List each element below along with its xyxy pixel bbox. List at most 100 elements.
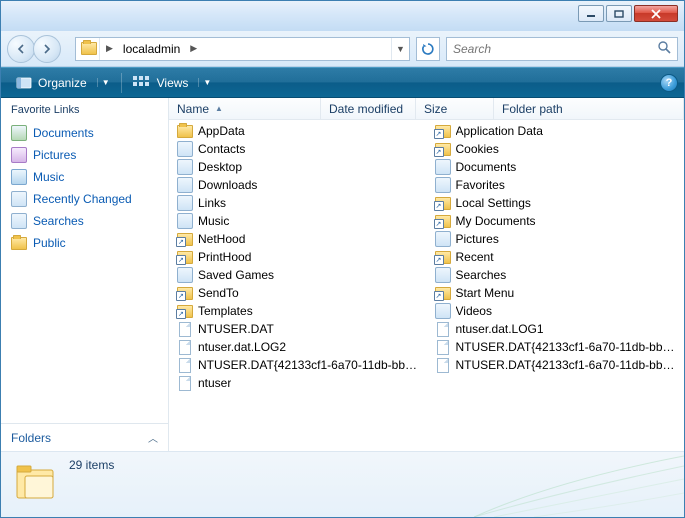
sidebar-item[interactable]: Documents	[7, 122, 162, 144]
file-item[interactable]: ↗Cookies	[427, 140, 685, 158]
folder-icon	[177, 123, 193, 139]
column-path[interactable]: Folder path	[494, 98, 684, 119]
folder-icon	[11, 235, 27, 251]
views-label: Views	[157, 76, 189, 90]
file-item-label: Application Data	[456, 124, 543, 138]
file-item[interactable]: Downloads	[169, 176, 427, 194]
folders-toggle[interactable]: Folders ︿	[1, 423, 168, 451]
file-item[interactable]: ↗NetHood	[169, 230, 427, 248]
file-item-label: Documents	[456, 160, 517, 174]
file-item[interactable]: NTUSER.DAT{42133cf1-6a70-11db-bbc9...	[427, 356, 685, 374]
organize-button[interactable]: Organize ▼	[7, 70, 119, 96]
pictures-icon	[11, 147, 27, 163]
file-item-label: Searches	[456, 268, 507, 282]
file-item[interactable]: Videos	[427, 302, 685, 320]
favorite-links-list: DocumentsPicturesMusic Recently Changed Se…	[1, 120, 168, 423]
file-item[interactable]: ntuser	[169, 374, 427, 392]
file-item[interactable]: Saved Games	[169, 266, 427, 284]
search-icon[interactable]	[657, 40, 671, 57]
file-item-label: Templates	[198, 304, 253, 318]
special-folder-icon	[177, 141, 193, 157]
music-icon	[11, 169, 27, 185]
file-item[interactable]: Links	[169, 194, 427, 212]
searches-icon	[11, 213, 27, 229]
sidebar-item[interactable]: Music	[7, 166, 162, 188]
sidebar-item[interactable]: Recently Changed	[7, 188, 162, 210]
breadcrumb[interactable]: ▶ localadmin ▶ ▼	[75, 37, 410, 61]
chevron-up-icon: ︿	[148, 430, 158, 445]
file-item[interactable]: AppData	[169, 122, 427, 140]
special-folder-icon	[435, 231, 451, 247]
file-icon	[177, 357, 193, 373]
sidebar-item[interactable]: Public	[7, 232, 162, 254]
organize-icon	[16, 75, 32, 91]
file-item[interactable]: NTUSER.DAT	[169, 320, 427, 338]
sidebar-item-label: Searches	[33, 214, 84, 228]
file-item-label: PrintHood	[198, 250, 251, 264]
sidebar-item-label: Recently Changed	[33, 192, 132, 206]
column-size[interactable]: Size	[416, 98, 494, 119]
file-item[interactable]: NTUSER.DAT{42133cf1-6a70-11db-bbc9...	[427, 338, 685, 356]
file-list[interactable]: AppDataContactsDesktopDownloadsLinksMusi…	[169, 120, 684, 451]
file-item-label: My Documents	[456, 214, 536, 228]
file-icon	[177, 375, 193, 391]
file-item-label: Videos	[456, 304, 492, 318]
search-box[interactable]	[446, 37, 678, 61]
content-area: Favorite Links DocumentsPicturesMusicRec…	[1, 98, 684, 451]
chevron-down-icon[interactable]: ▼	[97, 78, 110, 87]
file-item[interactable]: Music	[169, 212, 427, 230]
file-item[interactable]: Pictures	[427, 230, 685, 248]
column-name[interactable]: Name ▲	[169, 98, 321, 119]
nav-arrows	[7, 35, 69, 63]
file-item[interactable]: ↗Templates	[169, 302, 427, 320]
file-item[interactable]: NTUSER.DAT{42133cf1-6a70-11db-bbc9...	[169, 356, 427, 374]
back-button[interactable]	[7, 35, 35, 63]
minimize-button[interactable]	[578, 5, 604, 22]
forward-button[interactable]	[33, 35, 61, 63]
close-button[interactable]	[634, 5, 678, 22]
file-icon	[435, 321, 451, 337]
help-button[interactable]: ?	[660, 74, 678, 92]
sidebar-item[interactable]: Searches	[7, 210, 162, 232]
separator	[121, 73, 122, 93]
search-input[interactable]	[453, 42, 657, 56]
file-item[interactable]: ↗Start Menu	[427, 284, 685, 302]
file-item[interactable]: ↗ My Documents	[427, 212, 685, 230]
file-item[interactable]: Documents	[427, 158, 685, 176]
file-item-label: NTUSER.DAT{42133cf1-6a70-11db-bbc9...	[198, 358, 419, 372]
views-button[interactable]: Views ▼	[124, 71, 221, 95]
column-path-label: Folder path	[502, 102, 563, 116]
file-item[interactable]: ntuser.dat.LOG1	[427, 320, 685, 338]
shortcut-icon: ↗	[435, 249, 451, 265]
location-icon[interactable]	[78, 38, 100, 60]
file-item-label: Cookies	[456, 142, 499, 156]
maximize-button[interactable]	[606, 5, 632, 22]
shortcut-icon: ↗	[435, 123, 451, 139]
shortcut-icon: ↗	[177, 285, 193, 301]
shortcut-icon: ↗	[435, 213, 451, 229]
file-item[interactable]: ↗Local Settings	[427, 194, 685, 212]
file-icon	[435, 339, 451, 355]
column-date[interactable]: Date modified	[321, 98, 416, 119]
breadcrumb-dropdown[interactable]: ▼	[391, 38, 409, 60]
file-item[interactable]: Contacts	[169, 140, 427, 158]
file-item-label: ntuser.dat.LOG1	[456, 322, 544, 336]
chevron-right-icon[interactable]: ▶	[186, 43, 201, 54]
special-folder-icon	[177, 177, 193, 193]
file-item[interactable]: ↗ SendTo	[169, 284, 427, 302]
file-item[interactable]: Favorites	[427, 176, 685, 194]
breadcrumb-segment[interactable]: localadmin	[117, 38, 186, 60]
file-item[interactable]: ↗ Application Data	[427, 122, 685, 140]
title-bar	[1, 1, 684, 31]
file-item[interactable]: ↗Recent	[427, 248, 685, 266]
refresh-button[interactable]	[416, 37, 440, 61]
file-item[interactable]: Searches	[427, 266, 685, 284]
file-item-label: SendTo	[198, 286, 239, 300]
file-item-label: ntuser	[198, 376, 231, 390]
chevron-down-icon[interactable]: ▼	[198, 78, 211, 87]
file-item[interactable]: ntuser.dat.LOG2	[169, 338, 427, 356]
file-item[interactable]: Desktop	[169, 158, 427, 176]
file-item[interactable]: ↗PrintHood	[169, 248, 427, 266]
sidebar-item[interactable]: Pictures	[7, 144, 162, 166]
chevron-right-icon[interactable]: ▶	[102, 43, 117, 54]
